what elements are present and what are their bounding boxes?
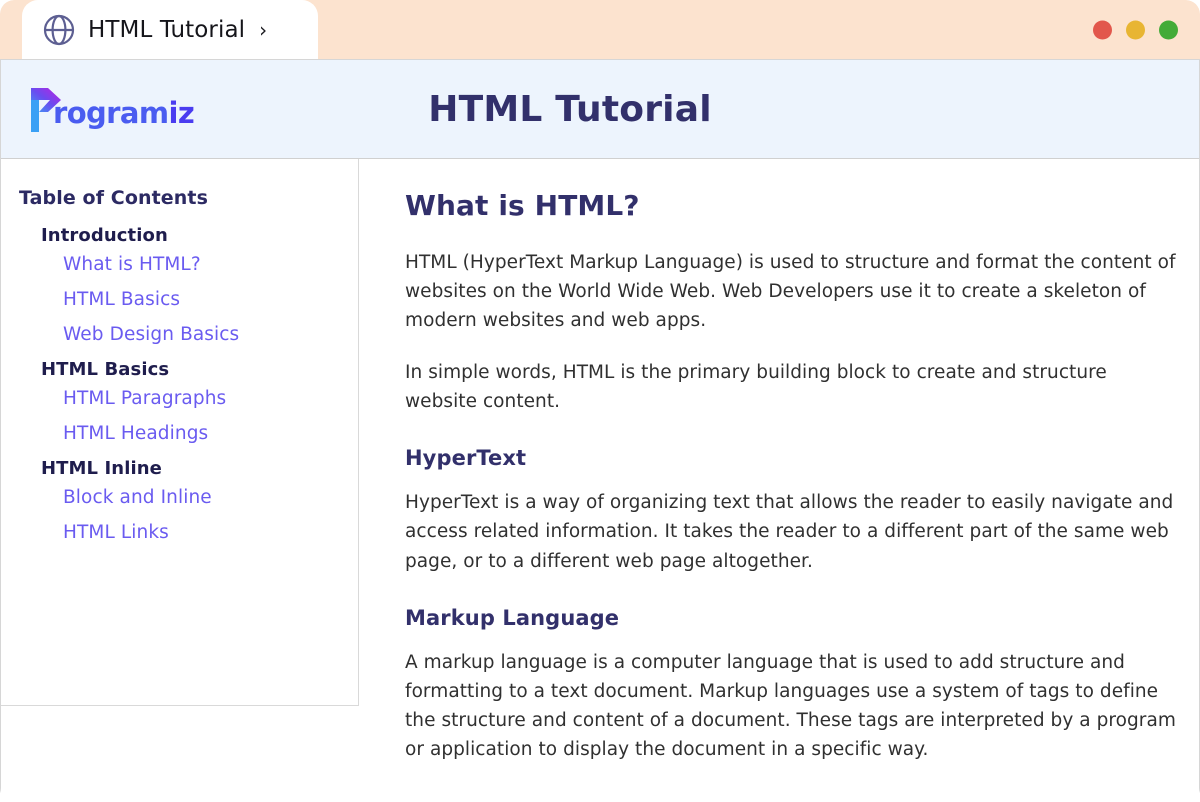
content-paragraph-2: In simple words, HTML is the primary bui… <box>405 358 1177 416</box>
toc-group-title: HTML Basics <box>41 359 342 380</box>
minimize-window-button[interactable] <box>1126 20 1145 39</box>
toc-link-html-basics[interactable]: HTML Basics <box>63 289 342 310</box>
browser-window: HTML Tutorial › <box>0 0 1200 802</box>
toc-link-html-links[interactable]: HTML Links <box>63 522 342 543</box>
toc-group-title: Introduction <box>41 225 342 246</box>
section-heading-markup-language: Markup Language <box>405 606 1177 630</box>
toc-title: Table of Contents <box>19 187 342 209</box>
table-of-contents-sidebar: Table of Contents Introduction What is H… <box>1 159 359 706</box>
toc-link-what-is-html[interactable]: What is HTML? <box>63 254 342 275</box>
window-controls <box>1093 20 1178 39</box>
globe-icon <box>42 13 76 47</box>
toc-group-html-inline: HTML Inline Block and Inline HTML Links <box>17 458 342 543</box>
maximize-window-button[interactable] <box>1159 20 1178 39</box>
toc-group-introduction: Introduction What is HTML? HTML Basics W… <box>17 225 342 345</box>
content-paragraph-1: HTML (HyperText Markup Language) is used… <box>405 248 1177 336</box>
toc-group-title: HTML Inline <box>41 458 342 479</box>
close-window-button[interactable] <box>1093 20 1112 39</box>
page-viewport: rogramiz HTML Tutorial Table of Contents… <box>0 59 1200 802</box>
toc-link-html-paragraphs[interactable]: HTML Paragraphs <box>63 388 342 409</box>
toc-link-html-headings[interactable]: HTML Headings <box>63 423 342 444</box>
toc-group-html-basics: HTML Basics HTML Paragraphs HTML Heading… <box>17 359 342 444</box>
browser-tab[interactable]: HTML Tutorial › <box>22 0 318 59</box>
toc-link-web-design-basics[interactable]: Web Design Basics <box>63 324 342 345</box>
content-heading: What is HTML? <box>405 189 1177 222</box>
section-paragraph-hypertext: HyperText is a way of organizing text th… <box>405 488 1177 576</box>
page-body: Table of Contents Introduction What is H… <box>1 159 1199 802</box>
section-paragraph-markup-language: A markup language is a computer language… <box>405 648 1177 765</box>
toc-link-block-and-inline[interactable]: Block and Inline <box>63 487 342 508</box>
browser-tab-title: HTML Tutorial <box>88 17 245 43</box>
programiz-logo[interactable]: rogramiz <box>28 86 194 132</box>
site-header: rogramiz HTML Tutorial <box>1 60 1199 159</box>
chevron-right-icon[interactable]: › <box>259 20 267 40</box>
main-content: What is HTML? HTML (HyperText Markup Lan… <box>359 159 1199 765</box>
section-heading-hypertext: HyperText <box>405 446 1177 470</box>
programiz-logo-text: rogramiz <box>53 99 194 128</box>
browser-tab-strip: HTML Tutorial › <box>0 0 1200 59</box>
